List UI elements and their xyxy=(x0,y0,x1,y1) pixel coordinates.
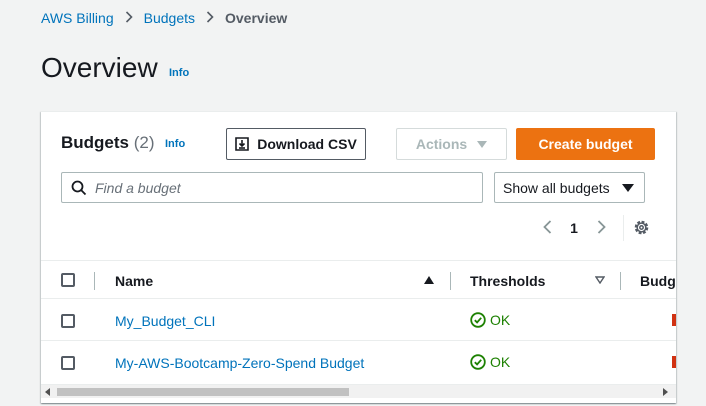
horizontal-scrollbar[interactable] xyxy=(41,384,676,398)
table-row[interactable]: My-AWS-Bootcamp-Zero-Spend Budget OK xyxy=(41,342,676,383)
budgets-info-link[interactable]: Info xyxy=(165,138,185,150)
budget-filter-value: Show all budgets xyxy=(503,179,610,196)
chevron-right-icon xyxy=(125,10,133,26)
page-info-link[interactable]: Info xyxy=(169,67,189,79)
row-checkbox[interactable] xyxy=(61,314,75,328)
column-header-name[interactable]: Name xyxy=(115,273,153,289)
threshold-status: OK xyxy=(470,354,510,370)
budget-name-link[interactable]: My_Budget_CLI xyxy=(115,313,215,329)
budget-cell-clipped xyxy=(672,356,676,368)
gear-icon[interactable] xyxy=(633,219,650,241)
budget-name-link[interactable]: My-AWS-Bootcamp-Zero-Spend Budget xyxy=(115,355,364,371)
caret-down-icon xyxy=(477,140,488,148)
column-divider xyxy=(94,272,95,290)
sort-descending-icon[interactable] xyxy=(595,276,605,284)
budgets-panel: Budgets (2) Info Download CSV Actions Cr… xyxy=(41,111,676,403)
breadcrumb: AWS Billing Budgets Overview xyxy=(41,10,287,26)
download-csv-label: Download CSV xyxy=(257,136,357,152)
sort-ascending-icon[interactable] xyxy=(424,276,434,284)
create-budget-label: Create budget xyxy=(538,136,633,152)
search-icon xyxy=(71,180,87,195)
chevron-right-icon xyxy=(206,10,214,26)
select-all-checkbox[interactable] xyxy=(61,273,75,287)
budgets-title: Budgets xyxy=(61,133,129,152)
threshold-status-label: OK xyxy=(490,312,511,328)
download-icon xyxy=(235,137,250,151)
column-header-budget[interactable]: Budget xyxy=(640,273,676,289)
download-csv-button[interactable]: Download CSV xyxy=(226,128,366,160)
pager-divider xyxy=(623,215,624,241)
status-ok-icon xyxy=(470,312,486,328)
threshold-status: OK xyxy=(470,312,510,328)
page-number[interactable]: 1 xyxy=(557,220,591,236)
chevron-left-icon[interactable] xyxy=(537,218,557,239)
scroll-right-icon[interactable] xyxy=(663,388,668,396)
search-input[interactable] xyxy=(95,179,455,196)
page-title: Overview xyxy=(41,52,158,83)
search-field[interactable] xyxy=(61,172,483,203)
table-row[interactable]: My_Budget_CLI OK xyxy=(41,300,676,341)
actions-button[interactable]: Actions xyxy=(396,128,507,160)
budget-filter-select[interactable]: Show all budgets xyxy=(494,172,645,203)
scroll-left-icon[interactable] xyxy=(45,388,50,396)
status-ok-icon xyxy=(470,354,486,370)
table-header: Name Thresholds Budget xyxy=(41,260,676,299)
column-header-thresholds[interactable]: Thresholds xyxy=(470,273,545,289)
column-divider xyxy=(450,272,451,290)
caret-down-icon xyxy=(622,183,634,192)
create-budget-button[interactable]: Create budget xyxy=(516,128,655,160)
budgets-header: Budgets (2) xyxy=(61,133,155,153)
budget-cell-clipped xyxy=(672,314,676,326)
row-checkbox[interactable] xyxy=(61,356,75,370)
breadcrumb-budgets[interactable]: Budgets xyxy=(144,10,195,26)
column-divider xyxy=(620,272,621,290)
chevron-right-icon[interactable] xyxy=(591,218,611,239)
threshold-status-label: OK xyxy=(490,354,511,370)
scrollbar-thumb[interactable] xyxy=(57,388,349,396)
breadcrumb-aws-billing[interactable]: AWS Billing xyxy=(41,10,114,26)
budgets-count: (2) xyxy=(133,133,155,152)
breadcrumb-current: Overview xyxy=(225,10,288,26)
pagination: 1 xyxy=(537,216,611,240)
actions-label: Actions xyxy=(415,136,468,152)
